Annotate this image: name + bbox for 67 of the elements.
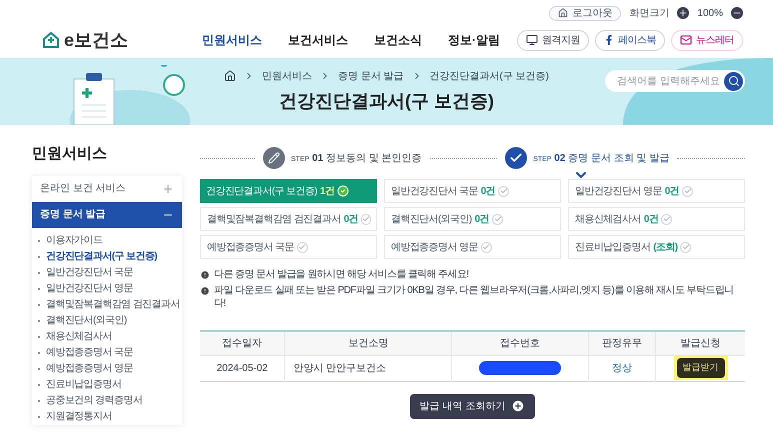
breadcrumb-link[interactable]: 증명 문서 발급 — [338, 68, 404, 84]
table-cell: 정상 — [588, 355, 656, 381]
home-icon — [558, 8, 568, 18]
zoom-in-button[interactable] — [677, 7, 690, 19]
document-option[interactable]: 채용신체검사서 0건 — [568, 207, 745, 231]
table-cell: 2024-05-02 — [200, 355, 285, 381]
sidebar-item[interactable]: 결핵진단서(외국인) — [46, 314, 127, 328]
header-button[interactable]: 뉴스레터 — [671, 30, 743, 50]
search-icon — [728, 75, 740, 87]
sidebar-item[interactable]: 예방접종증명서 영문 — [46, 362, 133, 376]
zoom-value: 100% — [697, 6, 723, 20]
plus-icon — [678, 8, 688, 18]
nav-link[interactable]: 보건소식 — [374, 31, 422, 49]
nav-link[interactable]: 정보·알림 — [448, 31, 500, 49]
notice-text: 파일 다운로드 실패 또는 받은 PDF파일 크기가 0KB일 경우, 다른 웹브라우저(크롬,사파리,엣지 등)를 이용해 재시도 부탁드립니다! — [214, 284, 735, 310]
table-header: 접수일자 — [200, 331, 285, 355]
site-logo[interactable]: e보건소 — [64, 26, 128, 54]
plus-circle-icon — [511, 399, 526, 413]
header-button[interactable]: 원격지원 — [517, 30, 589, 50]
info-icon — [200, 286, 210, 296]
document-option[interactable]: 건강진단결과서(구 보건증) 1건 — [200, 179, 377, 203]
sidebar-group[interactable]: 온라인 보건 서비스 — [32, 176, 182, 202]
sidebar-title: 민원서비스 — [32, 144, 108, 164]
issue-button[interactable]: 발급받기 — [676, 358, 724, 378]
sidebar-item[interactable]: 채용신체검사서 — [46, 330, 112, 344]
check-circle-icon — [337, 185, 350, 197]
header-button[interactable]: 페이스북 — [595, 30, 665, 50]
breadcrumb-link[interactable]: 건강진단결과서(구 보건증) — [430, 68, 549, 84]
nav-link[interactable]: 보건서비스 — [288, 31, 348, 49]
sidebar-item[interactable]: 이용자가이드 — [46, 234, 102, 248]
table-cell: 안양시 만안구보건소 — [284, 355, 452, 381]
sidebar-item[interactable]: 결핵및잠복결핵감염 검진결과서 — [46, 298, 180, 312]
sidebar-item[interactable]: 지원결정통지서 — [46, 410, 112, 424]
table-header: 판정유무 — [588, 331, 656, 355]
table-header: 접수번호 — [452, 331, 588, 355]
zoom-label: 화면크기 — [629, 6, 670, 20]
facebook-icon — [604, 35, 614, 45]
breadcrumb-link[interactable]: 민원서비스 — [262, 68, 312, 84]
notice-text: 다른 증명 문서 발급을 원하시면 해당 서비스를 클릭해 주세요! — [214, 268, 469, 281]
search-field[interactable]: 검색어를 입력해주세요 — [605, 70, 745, 92]
table-header: 발급신청 — [656, 331, 745, 355]
sidebar-item[interactable]: 일반건강진단서 영문 — [46, 282, 133, 296]
logout-button[interactable]: 로그아웃 — [549, 6, 622, 20]
document-option[interactable]: 일반건강진단서 영문 0건 — [568, 179, 745, 203]
info-icon — [200, 270, 210, 280]
mail-icon — [680, 34, 692, 46]
nav-link[interactable]: 민원서비스 — [202, 31, 262, 49]
sidebar-item[interactable]: 예방접종증명서 국문 — [46, 346, 133, 360]
document-option[interactable]: 진료비납입증명서 (조회) — [568, 235, 745, 259]
sidebar-item[interactable]: 공중보건의 경력증명서 — [46, 394, 142, 408]
page-title: 건강진단결과서(구 보건증) — [279, 90, 494, 113]
history-button[interactable]: 발급 내역 조회하기 — [410, 394, 536, 418]
house-cross-logo-icon — [42, 31, 60, 49]
home-icon[interactable] — [224, 70, 236, 82]
document-option[interactable]: 일반건강진단서 국문 0건 — [384, 179, 561, 203]
expand-icon — [162, 182, 174, 194]
sidebar-item[interactable]: 건강진단결과서(구 보건증) — [46, 250, 158, 264]
table-header: 보건소명 — [284, 331, 452, 355]
document-option[interactable]: 결핵및잠복결핵감염 검진결과서 0건 — [200, 207, 377, 231]
document-option[interactable]: 예방접종증명서 영문 — [384, 235, 561, 259]
monitor-icon — [526, 34, 538, 46]
sidebar-group[interactable]: 증명 문서 발급 — [32, 202, 182, 228]
document-option[interactable]: 예방접종증명서 국문 — [200, 235, 377, 259]
zoom-out-button[interactable] — [731, 7, 743, 19]
document-option[interactable]: 결핵진단서(외국인) 0건 — [384, 207, 561, 231]
sidebar-item[interactable]: 일반건강진단서 국문 — [46, 266, 133, 280]
sidebar-item[interactable]: 진료비납입증명서 — [46, 378, 122, 392]
